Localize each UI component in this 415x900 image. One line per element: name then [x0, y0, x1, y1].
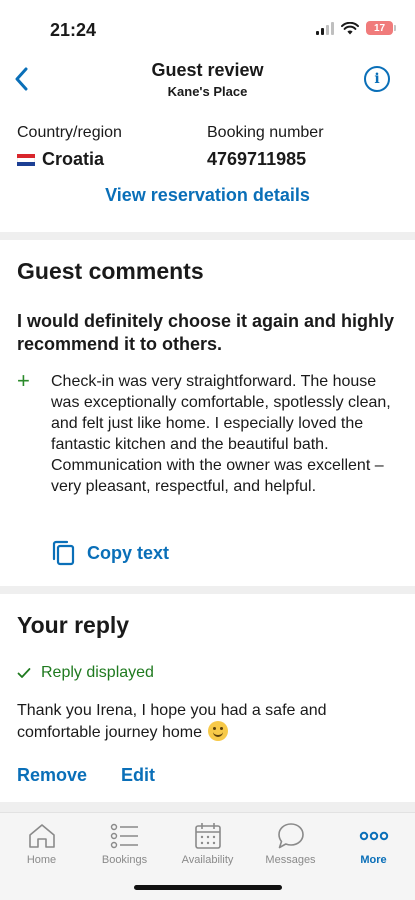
info-icon[interactable]: i	[364, 66, 390, 92]
wifi-icon	[341, 21, 359, 34]
guest-comments-heading: Guest comments	[17, 258, 204, 284]
booking-number-block: Booking number 4769711985	[207, 124, 324, 170]
edit-reply-button[interactable]: Edit	[121, 765, 155, 786]
section-divider	[0, 802, 415, 812]
booking-number-value: 4769711985	[207, 149, 307, 169]
tab-label: Home	[26, 854, 57, 866]
positive-comment: Check-in was very straightforward. The h…	[51, 373, 391, 495]
reply-text: Thank you Irena, I hope you had a safe a…	[17, 700, 377, 743]
tab-bookings[interactable]: Bookings	[83, 819, 166, 866]
tab-label: Messages	[265, 854, 316, 866]
nav-header: Guest review Kane's Place i	[0, 52, 415, 107]
tab-home[interactable]: Home	[0, 819, 83, 866]
section-divider	[0, 232, 415, 240]
page-title: Guest review	[151, 60, 264, 80]
status-time: 21:24	[50, 20, 97, 40]
section-divider	[0, 586, 415, 594]
tab-label: Bookings	[101, 854, 148, 866]
country-value: Croatia	[42, 149, 105, 169]
battery-level: 17	[373, 22, 386, 34]
tab-availability[interactable]: Availability	[166, 819, 249, 866]
remove-reply-button[interactable]: Remove	[17, 765, 87, 786]
smiling-face-icon	[208, 721, 229, 741]
battery-icon: 17	[366, 21, 396, 35]
review-headline: I would definitely choose it again and h…	[17, 311, 395, 354]
more-dots-icon	[359, 819, 389, 853]
cellular-signal-icon	[316, 21, 334, 35]
copy-text-label: Copy text	[87, 542, 170, 563]
country-label: Country/region	[17, 124, 122, 141]
chat-bubble-icon	[276, 819, 306, 853]
status-bar: 21:24 17	[0, 0, 415, 50]
list-icon	[110, 819, 140, 853]
tab-label: More	[360, 854, 387, 866]
reply-body: Thank you Irena, I hope you had a safe a…	[17, 702, 327, 741]
booking-number-label: Booking number	[207, 124, 324, 141]
copy-text-button[interactable]: Copy text	[51, 540, 169, 566]
country-value-row: Croatia	[17, 149, 122, 170]
copy-icon	[52, 540, 75, 566]
croatia-flag-icon	[17, 153, 35, 166]
country-block: Country/region Croatia	[17, 124, 122, 170]
reply-status-label: Reply displayed	[41, 664, 154, 681]
view-reservation-link[interactable]: View reservation details	[0, 185, 415, 206]
tab-more[interactable]: More	[332, 819, 415, 866]
reply-status: Reply displayed	[17, 664, 154, 682]
home-icon	[27, 819, 57, 853]
tab-messages[interactable]: Messages	[249, 819, 332, 866]
home-indicator	[134, 885, 282, 890]
your-reply-heading: Your reply	[17, 612, 130, 638]
calendar-icon	[193, 819, 223, 853]
reply-actions: Remove Edit	[17, 765, 155, 786]
checkmark-icon	[17, 668, 31, 678]
property-name: Kane's Place	[167, 84, 248, 99]
status-icons: 17	[316, 21, 396, 35]
tab-label: Availability	[181, 854, 234, 866]
positive-plus-icon: +	[17, 368, 30, 393]
